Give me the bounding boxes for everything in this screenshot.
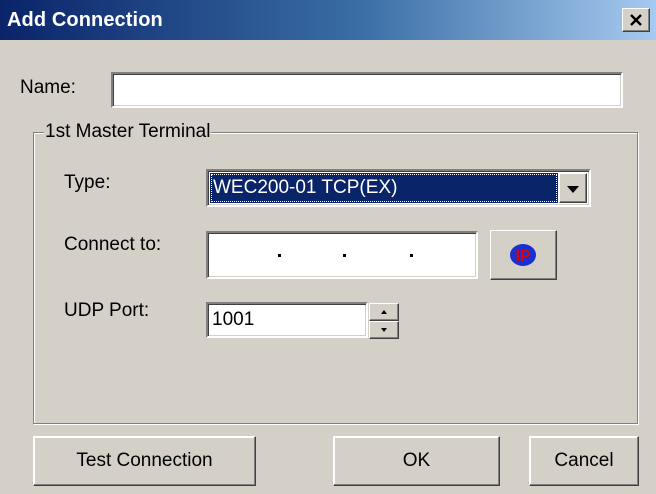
ok-button[interactable]: OK <box>333 436 500 486</box>
cancel-button[interactable]: Cancel <box>529 436 639 486</box>
test-connection-button[interactable]: Test Connection <box>33 436 256 486</box>
ip-separator-2 <box>343 254 346 257</box>
type-dropdown-button[interactable] <box>559 173 587 203</box>
ip-separator-3 <box>410 254 413 257</box>
close-button[interactable] <box>622 8 650 32</box>
udp-port-increment[interactable] <box>369 303 399 321</box>
name-input[interactable] <box>113 74 621 106</box>
name-label: Name: <box>20 77 76 98</box>
ip-address-field[interactable]: . . . <box>206 231 478 279</box>
connect-to-label: Connect to: <box>64 234 162 255</box>
add-connection-dialog: Add Connection Name: 1st Master Terminal… <box>0 0 656 494</box>
window-title: Add Connection <box>7 9 163 31</box>
ip-separator-1 <box>278 254 281 257</box>
type-label: Type: <box>64 172 111 193</box>
ip-icon: IP <box>510 244 536 266</box>
ip-button[interactable]: IP <box>490 230 557 280</box>
udp-port-label: UDP Port: <box>64 300 150 321</box>
type-selected-value: WEC200-01 TCP(EX) <box>210 173 558 203</box>
udp-port-field[interactable] <box>206 302 368 338</box>
udp-port-decrement[interactable] <box>369 321 399 339</box>
group-title: 1st Master Terminal <box>44 121 212 143</box>
udp-port-input[interactable] <box>208 304 366 336</box>
ip-icon-text: IP <box>515 248 530 265</box>
type-select[interactable]: WEC200-01 TCP(EX) <box>206 169 591 207</box>
name-field[interactable] <box>111 72 623 108</box>
spin-up-icon <box>381 310 387 314</box>
chevron-down-icon <box>567 186 579 193</box>
spin-down-icon <box>381 328 387 332</box>
close-icon <box>630 14 642 26</box>
title-bar[interactable]: Add Connection <box>0 0 656 40</box>
